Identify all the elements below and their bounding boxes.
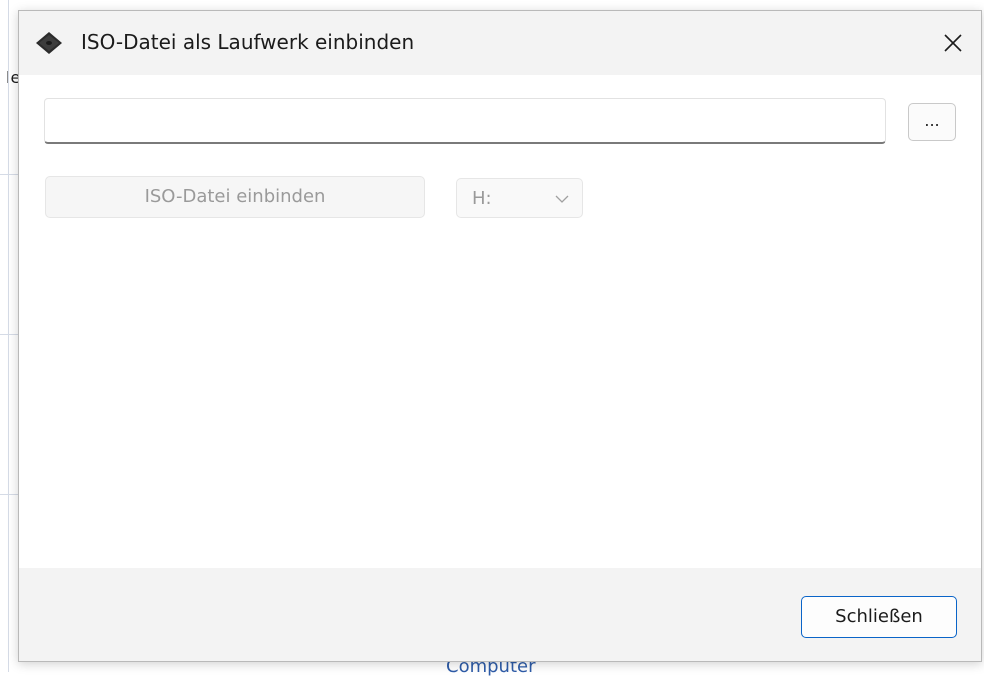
dialog-titlebar: ISO-Datei als Laufwerk einbinden: [19, 11, 981, 75]
dialog-footer: Schließen: [19, 568, 981, 661]
background-divider: [8, 0, 9, 672]
disc-image-icon: [36, 32, 62, 54]
iso-path-input[interactable]: [44, 98, 886, 144]
dialog-title: ISO-Datei als Laufwerk einbinden: [81, 30, 415, 54]
close-dialog-button[interactable]: Schließen: [801, 596, 957, 638]
mount-iso-button[interactable]: ISO-Datei einbinden: [45, 176, 425, 218]
chevron-down-icon: [555, 195, 569, 203]
close-icon: [944, 34, 962, 52]
mount-iso-dialog: ISO-Datei als Laufwerk einbinden ... ISO…: [18, 10, 982, 662]
drive-letter-value: H:: [472, 188, 492, 209]
browse-button[interactable]: ...: [908, 103, 956, 141]
background-divider: [0, 174, 18, 175]
background-divider: [0, 334, 18, 335]
close-button[interactable]: [931, 21, 975, 65]
background-divider: [0, 494, 18, 495]
drive-letter-select[interactable]: H:: [456, 178, 583, 218]
